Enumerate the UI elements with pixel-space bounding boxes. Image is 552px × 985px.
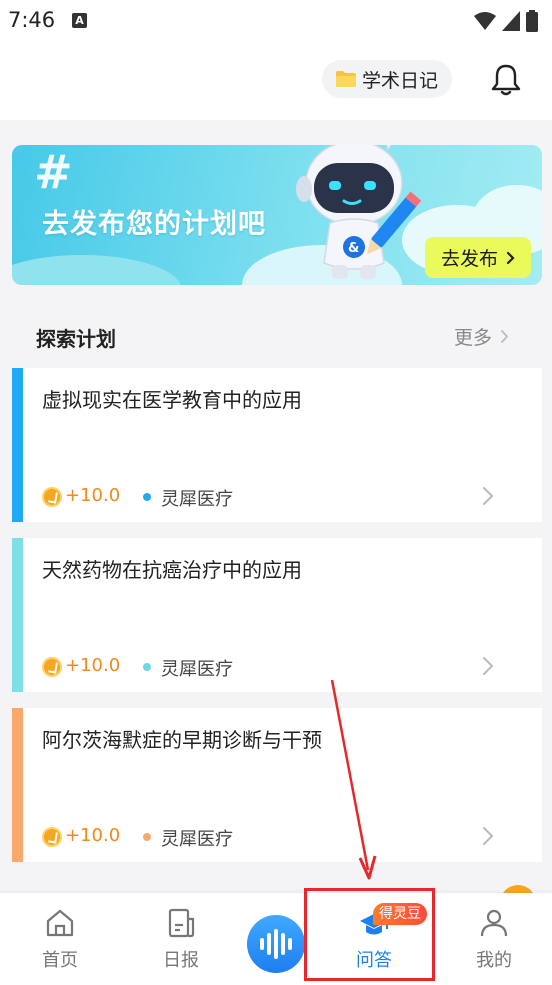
card-org: 灵犀医疗 [161, 829, 233, 850]
signal-icon [502, 11, 520, 31]
go-publish-button[interactable]: 去发布 [425, 237, 531, 278]
voice-wave-icon [281, 933, 285, 955]
card-title: 阿尔茨海默症的早期诊断与干预 [42, 728, 322, 752]
card-title: 虚拟现实在医学教育中的应用 [42, 388, 302, 412]
more-link[interactable]: 更多 [454, 323, 509, 350]
status-icons [474, 10, 538, 32]
bottom-navigation: 首页 日报 问答 得灵豆 我的 [0, 893, 552, 985]
status-bar: 7:46 A [0, 0, 552, 44]
hash-symbol: # [34, 145, 73, 199]
card-points: +10.0 [65, 825, 121, 846]
top-header: 学术日记 [0, 44, 552, 120]
plan-card[interactable]: 天然药物在抗癌治疗中的应用 +10.0 灵犀医疗 [12, 538, 542, 692]
plan-card[interactable]: 阿尔茨海默症的早期诊断与干预 +10.0 灵犀医疗 [12, 708, 542, 862]
robot-mascot-icon: & [296, 145, 422, 279]
voice-wave-icon [274, 929, 278, 959]
notification-icon: A [72, 13, 87, 28]
card-org: 灵犀医疗 [161, 659, 233, 680]
chevron-right-icon [483, 657, 494, 675]
go-publish-label: 去发布 [440, 248, 498, 270]
chevron-right-icon [501, 330, 509, 343]
card-points: +10.0 [65, 485, 121, 506]
nav-daily[interactable]: 日报 [141, 893, 221, 985]
user-icon [480, 909, 508, 937]
svg-text:&: & [348, 241, 359, 256]
nav-me[interactable]: 我的 [454, 893, 534, 985]
status-time: 7:46 [8, 8, 56, 32]
battery-icon [526, 10, 538, 32]
publish-plan-banner[interactable]: # 去发布您的计划吧 & 去发布 [12, 145, 542, 285]
banner-title: 去发布您的计划吧 [42, 209, 266, 240]
card-title: 天然药物在抗癌治疗中的应用 [42, 558, 302, 582]
nav-home-label: 首页 [42, 950, 78, 971]
voice-wave-icon [288, 938, 292, 950]
org-dot-icon [143, 493, 151, 501]
org-dot-icon [143, 833, 151, 841]
more-label: 更多 [454, 327, 493, 349]
card-org: 灵犀医疗 [161, 489, 233, 510]
bell-icon[interactable] [490, 63, 522, 97]
academic-diary-label: 学术日记 [361, 69, 438, 92]
coin-icon [42, 827, 62, 847]
plan-card[interactable]: 虚拟现实在医学教育中的应用 +10.0 灵犀医疗 [12, 368, 542, 522]
newspaper-icon [168, 908, 195, 938]
nav-home[interactable]: 首页 [20, 893, 100, 985]
home-icon [46, 909, 74, 937]
banner-cloud [12, 255, 182, 285]
nav-me-label: 我的 [476, 950, 512, 971]
card-accent-bar [12, 368, 23, 522]
explore-plan-header: 探索计划 更多 [0, 300, 552, 368]
folder-icon [335, 71, 356, 87]
chevron-right-icon [483, 827, 494, 845]
voice-button[interactable] [247, 915, 305, 973]
card-accent-bar [12, 708, 23, 862]
voice-wave-icon [260, 938, 264, 950]
section-title: 探索计划 [36, 327, 116, 351]
coin-icon [42, 657, 62, 677]
org-dot-icon [143, 663, 151, 671]
academic-diary-button[interactable]: 学术日记 [322, 60, 452, 98]
card-points: +10.0 [65, 655, 121, 676]
coin-icon [42, 487, 62, 507]
wifi-icon [474, 12, 496, 30]
nav-daily-label: 日报 [163, 950, 199, 971]
chevron-right-icon [506, 251, 515, 264]
highlight-box [304, 888, 435, 981]
card-accent-bar [12, 538, 23, 692]
voice-wave-icon [267, 933, 271, 955]
chevron-right-icon [483, 487, 494, 505]
